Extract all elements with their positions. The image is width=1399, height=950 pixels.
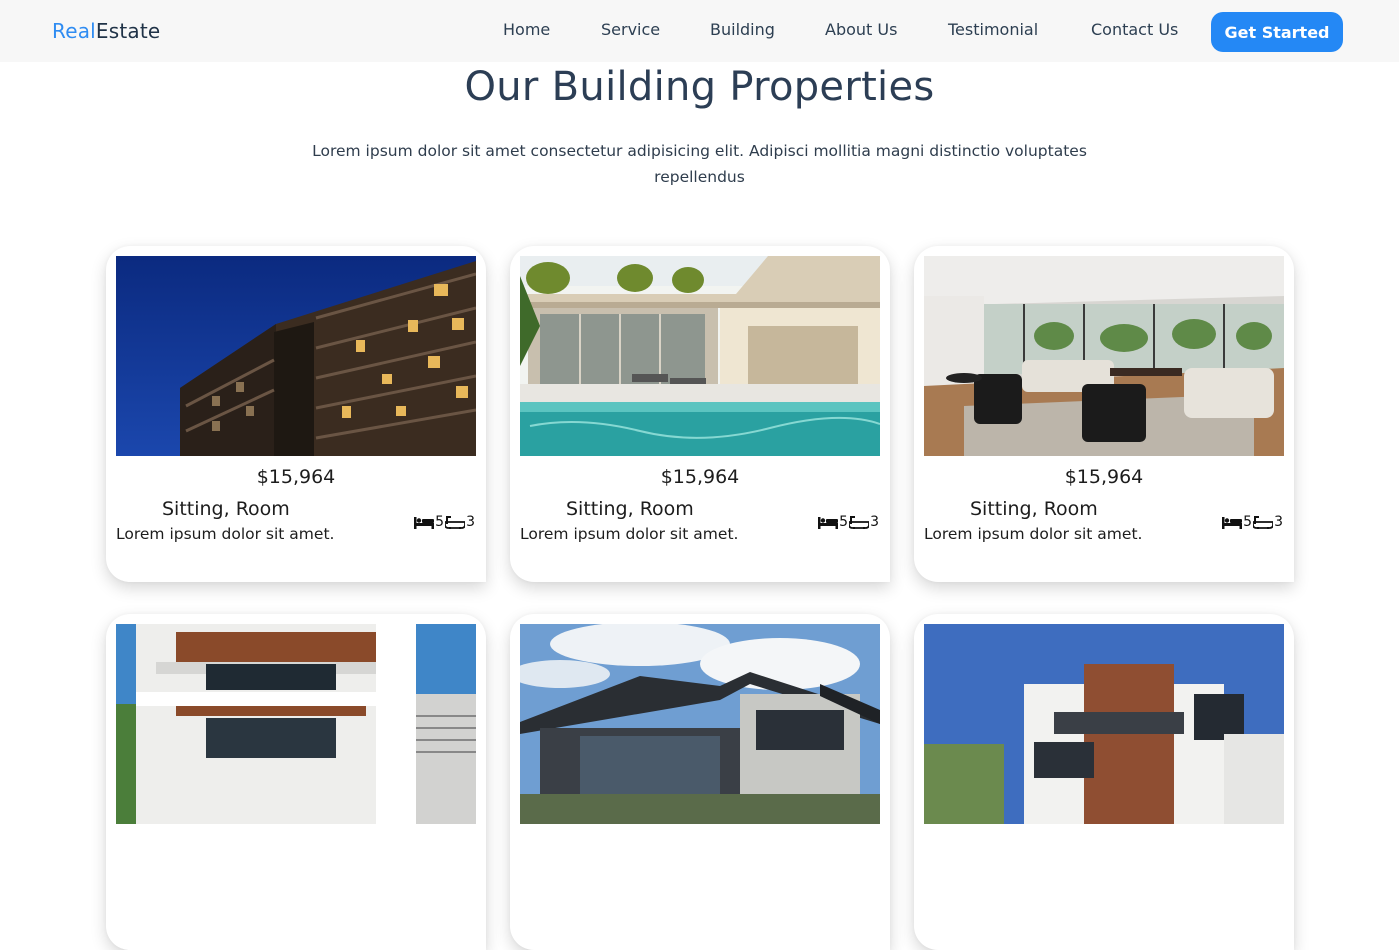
bed-icon: [414, 516, 435, 529]
property-image-white-house: [116, 624, 476, 824]
bed-count: 5: [839, 514, 849, 530]
property-title: Sitting, Room: [566, 498, 694, 520]
property-description: Lorem ipsum dolor sit amet.: [520, 525, 739, 543]
property-description: Lorem ipsum dolor sit amet.: [116, 525, 335, 543]
property-price: $15,964: [660, 466, 740, 488]
property-features: 5 3: [414, 514, 476, 530]
logo-estate: Estate: [95, 19, 161, 43]
property-image-villa-pool: [520, 256, 880, 456]
property-card[interactable]: [914, 614, 1294, 950]
bath-icon: [445, 515, 466, 529]
bath-count: 3: [870, 514, 879, 530]
property-card[interactable]: $15,964 Sitting, Room Lorem ipsum dolor …: [914, 246, 1294, 582]
property-features: 5 3: [818, 514, 880, 530]
bath-icon: [1253, 515, 1274, 529]
property-card[interactable]: [510, 614, 890, 950]
bed-count: 5: [1243, 514, 1253, 530]
logo[interactable]: RealEstate: [52, 19, 160, 43]
bath-count: 3: [466, 514, 475, 530]
property-features: 5 3: [1222, 514, 1284, 530]
property-title: Sitting, Room: [970, 498, 1098, 520]
property-description: Lorem ipsum dolor sit amet.: [924, 525, 1143, 543]
bed-count: 5: [435, 514, 445, 530]
property-card[interactable]: $15,964 Sitting, Room Lorem ipsum dolor …: [510, 246, 890, 582]
nav-about-us[interactable]: About Us: [825, 20, 897, 39]
property-card[interactable]: [106, 614, 486, 950]
property-card[interactable]: $15,964 Sitting, Room Lorem ipsum dolor …: [106, 246, 486, 582]
logo-real: Real: [52, 19, 96, 43]
nav-testimonial[interactable]: Testimonial: [948, 20, 1038, 39]
property-title: Sitting, Room: [162, 498, 290, 520]
bed-icon: [1222, 516, 1243, 529]
property-image-living-room: [924, 256, 1284, 456]
get-started-button[interactable]: Get Started: [1211, 12, 1343, 52]
property-image-dark-house: [520, 624, 880, 824]
property-image-apartment: [116, 256, 476, 456]
section-subtitle: Lorem ipsum dolor sit amet consectetur a…: [312, 142, 1087, 186]
section-title: Our Building Properties: [464, 64, 935, 110]
nav-building[interactable]: Building: [710, 20, 775, 39]
property-price: $15,964: [256, 466, 336, 488]
bath-count: 3: [1274, 514, 1283, 530]
property-price: $15,964: [1064, 466, 1144, 488]
nav-service[interactable]: Service: [601, 20, 660, 39]
bed-icon: [818, 516, 839, 529]
nav-contact-us[interactable]: Contact Us: [1091, 20, 1178, 39]
nav-home[interactable]: Home: [503, 20, 550, 39]
bath-icon: [849, 515, 870, 529]
navbar: RealEstate Home Service Building About U…: [0, 0, 1399, 62]
property-image-wood-house: [924, 624, 1284, 824]
